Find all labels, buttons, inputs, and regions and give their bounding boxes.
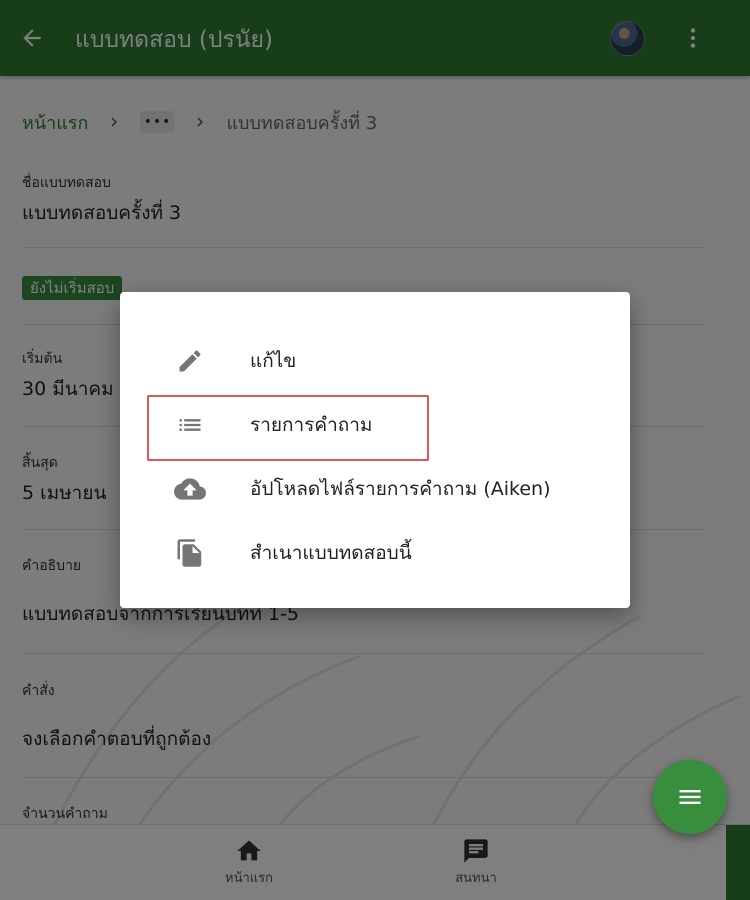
- menu-item-label: รายการคำถาม: [250, 414, 373, 436]
- menu-fab-button[interactable]: [653, 760, 727, 834]
- menu-item-label: สำเนาแบบทดสอบนี้: [250, 542, 412, 564]
- menu-icon: [679, 790, 701, 804]
- menu-item-copy-quiz[interactable]: สำเนาแบบทดสอบนี้: [120, 525, 630, 581]
- menu-item-question-list[interactable]: รายการคำถาม: [120, 397, 630, 453]
- menu-item-label: อัปโหลดไฟล์รายการคำถาม (Aiken): [250, 478, 551, 500]
- menu-item-upload-aiken[interactable]: อัปโหลดไฟล์รายการคำถาม (Aiken): [120, 461, 630, 517]
- action-menu-dialog: แก้ไข รายการคำถาม อัปโหลดไฟล์รายการคำถาม…: [120, 292, 630, 608]
- menu-item-edit[interactable]: แก้ไข: [120, 333, 630, 389]
- list-icon: [174, 409, 206, 441]
- pencil-icon: [174, 345, 206, 377]
- menu-item-label: แก้ไข: [250, 350, 297, 372]
- copy-file-icon: [174, 537, 206, 569]
- cloud-upload-icon: [174, 473, 206, 505]
